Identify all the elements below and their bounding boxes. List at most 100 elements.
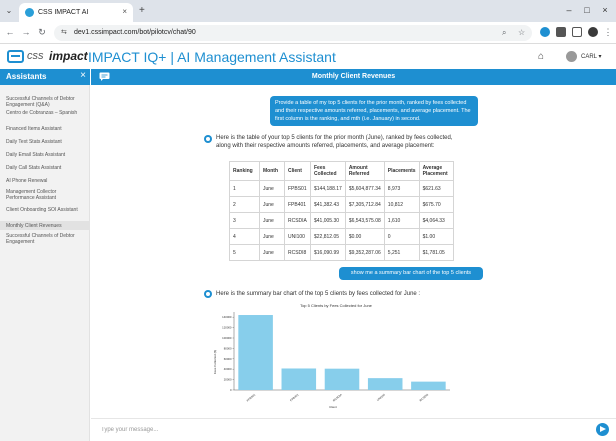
chart-x-axis-label: Client xyxy=(329,405,337,409)
sidebar-item-client-onboarding[interactable]: Client Onboarding SOI Assistant xyxy=(6,207,86,213)
back-icon[interactable]: ← xyxy=(4,26,16,39)
table-cell: $9,352,287.06 xyxy=(344,244,385,261)
sidebar-item-successful-channels-qa[interactable]: Successful Channels of Debtor Engagement… xyxy=(6,96,86,108)
bookmark-star-icon[interactable]: ☆ xyxy=(518,28,525,38)
sidebar-item-successful-channels[interactable]: Successful Channels of Debtor Engagement xyxy=(6,233,86,245)
chart-bar xyxy=(367,378,403,390)
new-tab-icon[interactable]: + xyxy=(139,5,145,17)
table-cell: June xyxy=(259,196,285,213)
logo-brand: impact xyxy=(49,49,88,63)
sidebar-close-icon[interactable]: × xyxy=(80,70,86,82)
table-cell: $4,064.33 xyxy=(418,212,454,229)
tab-search-chevron-icon[interactable]: ⌄ xyxy=(4,6,14,16)
table-cell: 8,973 xyxy=(383,180,420,197)
chart-x-tick-label: FPBS01 xyxy=(246,392,257,402)
table-cell: $1,781.05 xyxy=(418,244,454,261)
table-row: 4 June UNI100 $22,812.05 $0.00 0 $1.00 xyxy=(229,228,454,245)
sidepanel-icon[interactable] xyxy=(572,27,582,37)
table-cell: 1 xyxy=(229,180,260,197)
table-cell: RCSDI8 xyxy=(284,244,311,261)
table-cell: June xyxy=(259,180,285,197)
table-cell: 5 xyxy=(229,244,260,261)
table-cell: $16,090.99 xyxy=(310,244,346,261)
table-header-cell: Amount Referred xyxy=(344,161,385,181)
table-cell: $41,005.30 xyxy=(310,212,346,229)
sidebar-item-centro-de-cobranzas[interactable]: Centro de Cobranzas – Spanish xyxy=(6,110,86,116)
user-menu[interactable]: CARL ▾ xyxy=(581,53,601,61)
table-cell: $41,382.43 xyxy=(310,196,346,213)
message-input[interactable] xyxy=(91,419,581,441)
chart-y-tick-label: 0 xyxy=(230,388,232,392)
table-header-cell: Month xyxy=(259,161,285,181)
tab-close-icon[interactable]: × xyxy=(122,6,127,18)
sidebar-item-monthly-client-revenues[interactable]: Monthly Client Revenues xyxy=(0,221,90,230)
results-table: Ranking Month Client Fees Collected Amou… xyxy=(229,161,454,261)
table-cell: $7,305,712.84 xyxy=(344,196,385,213)
chart-bar xyxy=(281,368,317,390)
avatar[interactable] xyxy=(566,51,577,62)
extension-icon[interactable] xyxy=(540,27,550,37)
table-cell: 10,812 xyxy=(383,196,420,213)
table-cell: FPBS01 xyxy=(284,180,311,197)
table-cell: UNI100 xyxy=(284,228,311,245)
table-cell: $675.70 xyxy=(418,196,454,213)
logo-prefix: css xyxy=(27,50,44,62)
table-cell: 4 xyxy=(229,228,260,245)
window-close-button[interactable]: × xyxy=(598,4,612,16)
bot-avatar-icon xyxy=(204,290,212,298)
chart-bar xyxy=(324,368,360,390)
sidebar-item-financed-items[interactable]: Financed Items Assistant xyxy=(6,126,86,132)
tab-title: CSS IMPACT AI xyxy=(38,9,89,16)
table-header-row: Ranking Month Client Fees Collected Amou… xyxy=(229,161,454,181)
table-cell: June xyxy=(259,212,285,229)
site-info-icon[interactable]: ⇆ xyxy=(61,28,67,38)
profile-icon[interactable] xyxy=(588,27,598,37)
browser-menu-icon[interactable]: ⋮ xyxy=(602,26,614,39)
table-cell: $621.63 xyxy=(418,180,454,197)
table-header-cell: Ranking xyxy=(229,161,260,181)
reload-icon[interactable]: ↻ xyxy=(36,26,48,39)
logo-mark-icon xyxy=(7,50,24,63)
table-header-cell: Fees Collected xyxy=(310,161,346,181)
table-header-cell: Placements xyxy=(383,161,420,181)
favicon-icon xyxy=(25,8,34,17)
forward-icon[interactable]: → xyxy=(20,26,32,39)
chart-y-tick-label: 120000 xyxy=(222,326,232,330)
sidebar-item-daily-call-stats[interactable]: Daily Call Stats Assistant xyxy=(6,165,86,171)
table-cell: $5,604,877.34 xyxy=(344,180,385,197)
chat-header: Monthly Client Revenues xyxy=(91,69,616,85)
home-icon[interactable]: ⌂ xyxy=(538,51,544,63)
bot-message: Here is the summary bar chart of the top… xyxy=(216,291,421,297)
bar-chart: Top 5 Clients by Fees Collected for June… xyxy=(213,303,450,409)
url-field[interactable]: ⇆ dev1.cssimpact.com/bot/pilotcv/chat/90… xyxy=(54,25,532,41)
zoom-icon[interactable]: ⌕ xyxy=(502,28,506,38)
sidebar-item-daily-text-stats[interactable]: Daily Text Stats Assistant xyxy=(6,139,86,145)
table-cell: $6,543,575.08 xyxy=(344,212,385,229)
chart-y-tick-label: 60000 xyxy=(224,357,232,361)
sidebar-item-daily-email-stats[interactable]: Daily Email Stats Assistant xyxy=(6,152,86,158)
minimize-button[interactable]: – xyxy=(562,4,576,16)
maximize-button[interactable]: □ xyxy=(580,4,594,16)
assistants-sidebar: Assistants × Successful Channels of Debt… xyxy=(0,69,90,441)
browser-tab[interactable]: CSS IMPACT AI × xyxy=(19,3,133,22)
chart-bar xyxy=(411,381,446,390)
sidebar-item-ai-phone-renewal[interactable]: AI Phone Renewal xyxy=(6,178,86,184)
chart-y-tick-label: 80000 xyxy=(224,346,232,350)
table-header-cell: Average Placement xyxy=(418,161,454,181)
chat-title: Monthly Client Revenues xyxy=(311,73,396,80)
user-message: Provide a table of my top 5 clients for … xyxy=(270,96,478,126)
extension-puzzle-icon[interactable] xyxy=(556,27,566,37)
chart-y-tick-label: 40000 xyxy=(224,367,232,371)
chart-x-tick-label: RCSDI8 xyxy=(419,392,430,402)
table-cell: 2 xyxy=(229,196,260,213)
send-button[interactable] xyxy=(596,423,609,436)
table-cell: June xyxy=(259,244,285,261)
table-cell: $144,188.17 xyxy=(310,180,346,197)
table-row: 5 June RCSDI8 $16,090.99 $9,352,287.06 5… xyxy=(229,244,454,261)
table-row: 1 June FPBS01 $144,188.17 $5,604,877.34 … xyxy=(229,180,454,197)
sidebar-item-collector-performance[interactable]: Management Collector Performance Assista… xyxy=(6,189,86,201)
table-row: 3 June RCSDIA $41,005.30 $6,543,575.08 1… xyxy=(229,212,454,229)
table-cell: 5,251 xyxy=(383,244,420,261)
app-window: ⌄ CSS IMPACT AI × + – □ × ← → ↻ ⇆ dev1.c… xyxy=(0,0,616,441)
chart-bars xyxy=(238,315,446,390)
